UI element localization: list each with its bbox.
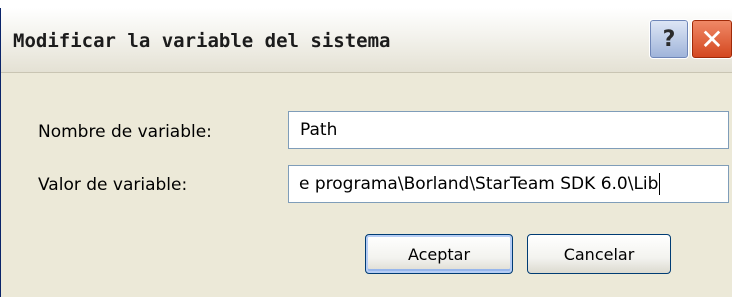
variable-name-input[interactable]: Path bbox=[288, 111, 729, 149]
help-icon: ? bbox=[662, 26, 676, 52]
variable-value-label: Valor de variable: bbox=[38, 175, 188, 195]
accept-button[interactable]: Aceptar bbox=[365, 234, 513, 274]
variable-name-text: Path bbox=[300, 120, 338, 140]
edit-system-variable-dialog: Modificar la variable del sistema ? ✕ No… bbox=[0, 8, 732, 297]
cancel-button[interactable]: Cancelar bbox=[527, 234, 671, 274]
variable-value-text: e programa\Borland\StarTeam SDK 6.0\Lib bbox=[299, 174, 659, 194]
variable-value-input[interactable]: e programa\Borland\StarTeam SDK 6.0\Lib bbox=[288, 165, 729, 203]
variable-name-label: Nombre de variable: bbox=[38, 122, 212, 142]
title-bar[interactable]: Modificar la variable del sistema ? ✕ bbox=[1, 8, 732, 73]
close-button[interactable]: ✕ bbox=[691, 19, 732, 59]
text-caret bbox=[659, 173, 661, 195]
close-icon: ✕ bbox=[700, 22, 724, 56]
window-title: Modificar la variable del sistema bbox=[13, 30, 391, 52]
help-button[interactable]: ? bbox=[649, 19, 689, 59]
